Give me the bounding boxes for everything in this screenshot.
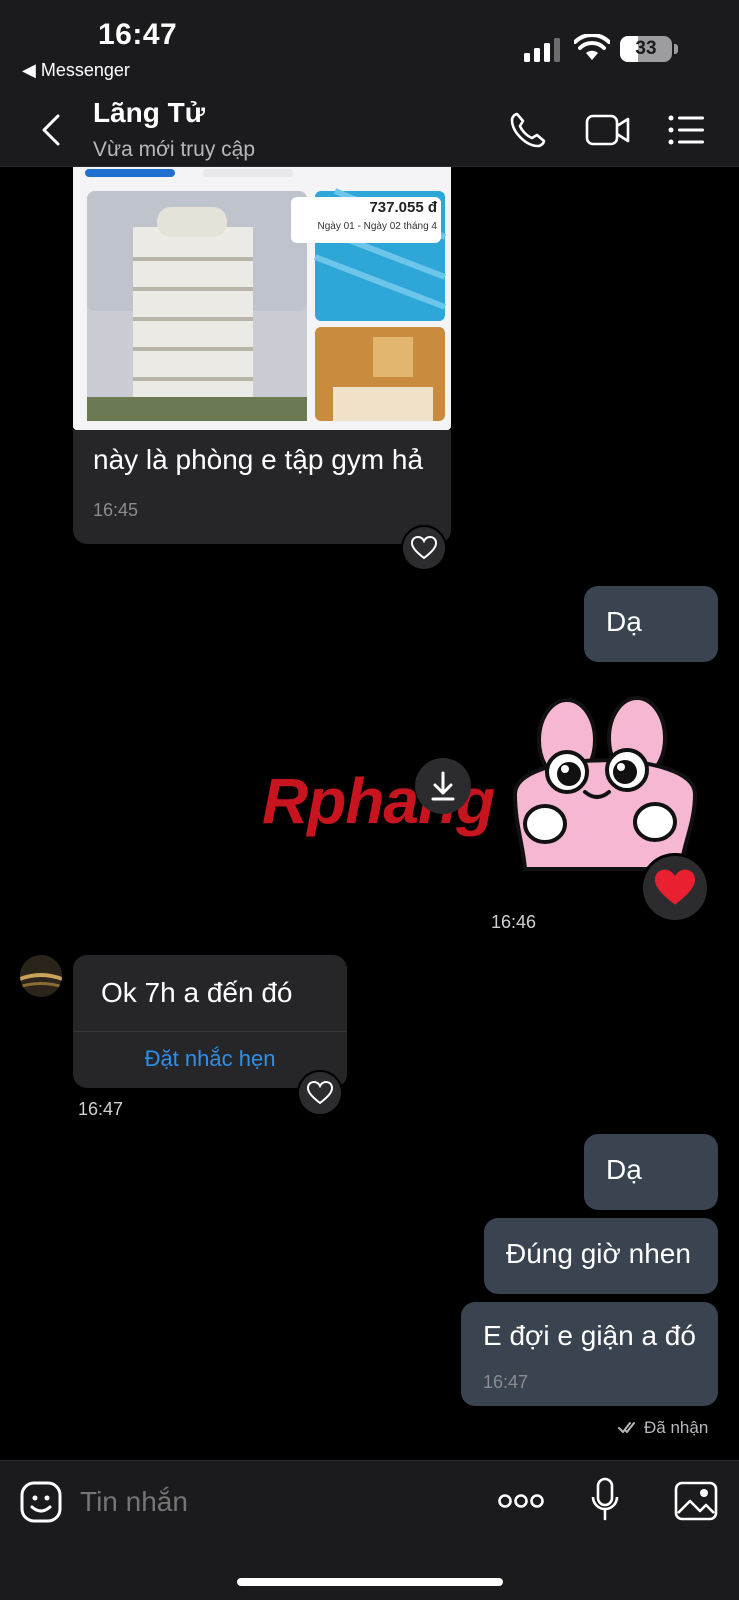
- cellular-signal-icon: [524, 38, 562, 62]
- top-bar: 16:47 ◀ Messenger 33 Lãng Tử Vừa mới tru…: [0, 0, 739, 167]
- chevron-left-icon[interactable]: [36, 112, 64, 148]
- menu-list-icon[interactable]: [668, 114, 706, 146]
- download-arrow-icon: [431, 771, 455, 801]
- heart-react-button[interactable]: [297, 1070, 343, 1116]
- outgoing-message[interactable]: Dạ: [584, 586, 718, 662]
- phone-call-icon[interactable]: [508, 110, 548, 150]
- message-text: E đợi e giận a đó: [483, 1320, 696, 1351]
- avatar[interactable]: [20, 955, 62, 997]
- message-time: 16:47: [483, 1372, 529, 1392]
- message-input[interactable]: [80, 1479, 460, 1525]
- message-time: 16:47: [78, 1099, 124, 1119]
- heart-outline-icon: [307, 1081, 333, 1105]
- delivery-status-text: Đã nhận: [644, 1418, 709, 1437]
- back-to-messenger-link[interactable]: ◀ Messenger: [22, 60, 130, 81]
- price-label: 737.055 đ: [369, 199, 437, 216]
- set-reminder-link[interactable]: Đặt nhắc hẹn: [73, 1046, 347, 1072]
- message-time: 16:45: [93, 500, 139, 520]
- contact-name[interactable]: Lãng Tử: [93, 97, 205, 129]
- double-check-icon: [618, 1422, 635, 1433]
- heart-outline-icon: [411, 536, 437, 560]
- incoming-message[interactable]: Ok 7h a đến đó Đặt nhắc hẹn: [73, 955, 347, 1088]
- message-text: Đúng giờ nhen: [506, 1238, 691, 1269]
- video-call-icon[interactable]: [585, 112, 631, 148]
- sticker-time: 16:46: [491, 912, 537, 932]
- message-text: Ok 7h a đến đó: [101, 977, 293, 1008]
- date-range-label: Ngày 01 - Ngày 02 tháng 4: [317, 221, 437, 232]
- message-text: này là phòng e tập gym hả: [93, 444, 424, 475]
- status-time: 16:47: [98, 18, 178, 51]
- more-options-icon[interactable]: [498, 1491, 544, 1511]
- battery-icon: 33: [620, 36, 672, 62]
- outgoing-message[interactable]: Đúng giờ nhen: [484, 1218, 718, 1294]
- message-text: Dạ: [606, 606, 642, 637]
- contact-status: Vừa mới truy cập: [93, 138, 256, 161]
- delivery-status: Đã nhận: [618, 1418, 708, 1438]
- heart-reaction-badge[interactable]: [640, 853, 710, 923]
- battery-level: 33: [635, 38, 657, 59]
- wifi-icon: [574, 34, 610, 60]
- message-text: Dạ: [606, 1154, 642, 1185]
- image-gallery-icon[interactable]: [674, 1481, 718, 1521]
- heart-react-button[interactable]: [401, 525, 447, 571]
- sticker-emoji-icon[interactable]: [20, 1481, 62, 1523]
- hotel-preview-image[interactable]: 737.055 đ Ngày 01 - Ngày 02 tháng 4: [73, 167, 451, 430]
- outgoing-message[interactable]: Dạ: [584, 1134, 718, 1210]
- download-button[interactable]: [415, 758, 471, 814]
- red-heart-icon: [655, 869, 695, 905]
- hotel-card-message[interactable]: này là phòng e tập gym hả 16:45: [73, 430, 451, 544]
- microphone-icon[interactable]: [590, 1477, 620, 1523]
- home-indicator: [237, 1578, 503, 1586]
- outgoing-message[interactable]: E đợi e giận a đó 16:47: [461, 1302, 718, 1406]
